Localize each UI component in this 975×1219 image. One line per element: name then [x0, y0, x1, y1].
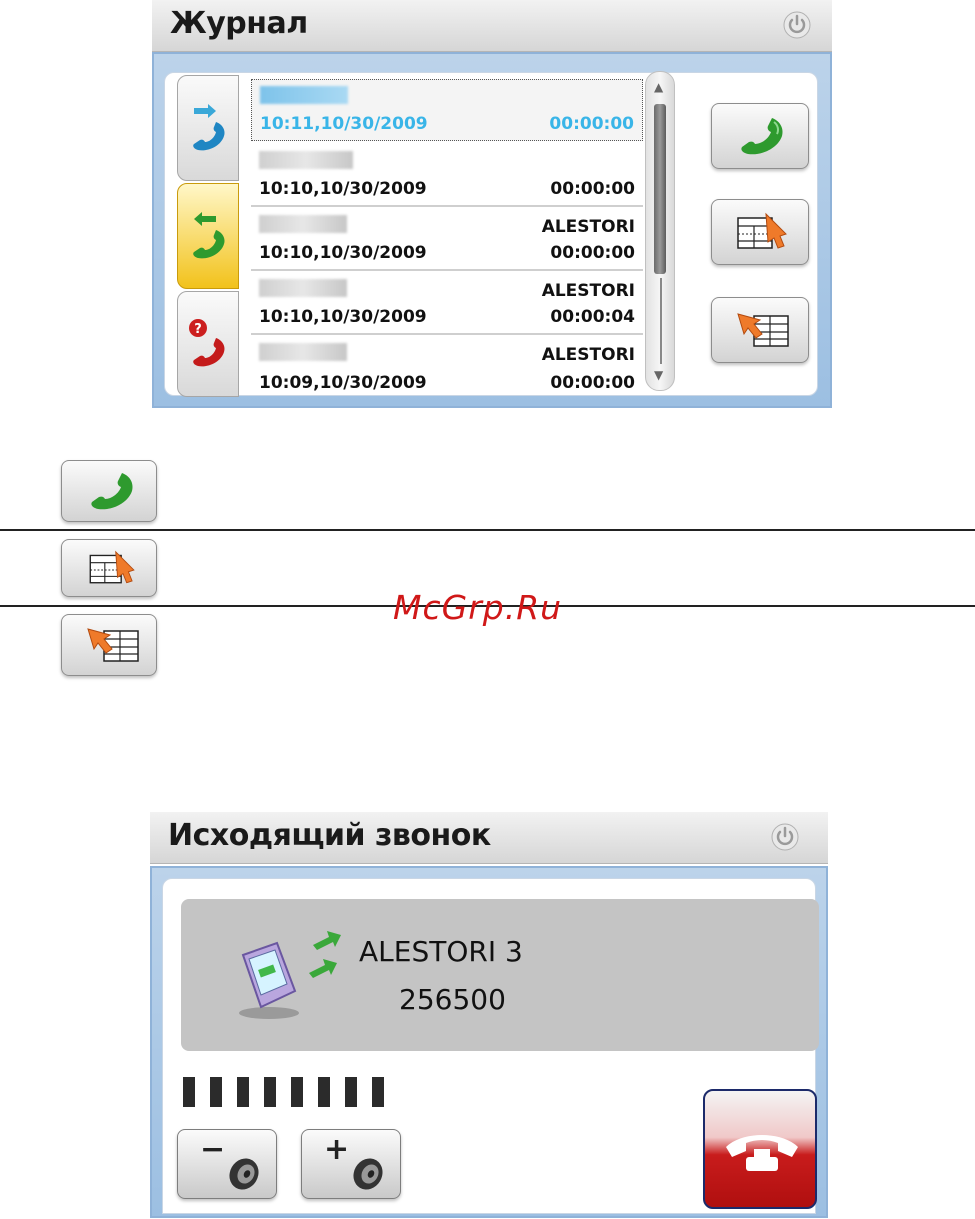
volume-bar: [318, 1077, 330, 1107]
call-duration: 00:00:00: [550, 243, 635, 263]
delete-entry-icon: [87, 628, 139, 662]
outgoing-title-bar: Исходящий звонок: [150, 812, 828, 864]
call-time: 10:10,10/30/2009: [259, 243, 427, 263]
volume-bar: [183, 1077, 195, 1107]
scroll-track: [660, 278, 662, 364]
outgoing-title: Исходящий звонок: [168, 818, 491, 853]
caller-info-panel: ALESTORI 3 256500: [181, 899, 819, 1051]
volume-bar: [372, 1077, 384, 1107]
call-duration: 00:00:00: [550, 373, 635, 393]
volume-bar: [291, 1077, 303, 1107]
legend-call-button: [61, 460, 157, 522]
delete-entry-icon: [737, 313, 789, 347]
contact-name: ALESTORI: [541, 345, 635, 365]
save-to-contacts-button[interactable]: [711, 199, 809, 265]
call-row-4[interactable]: ALESTORI 10:10,10/30/2009 00:00:04: [251, 273, 643, 335]
call-time: 10:09,10/30/2009: [259, 373, 427, 393]
power-icon[interactable]: [782, 10, 812, 40]
speaker-icon: [229, 1158, 259, 1190]
missed-calls-tab[interactable]: ?: [177, 291, 239, 397]
scroll-up-icon[interactable]: ▲: [654, 80, 663, 94]
volume-down-button[interactable]: −: [177, 1129, 277, 1199]
call-duration: 00:00:00: [549, 114, 634, 134]
outgoing-call-window: ALESTORI 3 256500 − +: [150, 866, 828, 1218]
call-list-scrollbar[interactable]: ▲ ▼: [645, 71, 675, 391]
delete-entry-button[interactable]: [711, 297, 809, 363]
save-to-contacts-icon: [737, 212, 787, 249]
incoming-call-icon: [193, 212, 225, 259]
call-button[interactable]: [711, 103, 809, 169]
blurred-number: [259, 215, 347, 233]
call-row-3[interactable]: ALESTORI 10:10,10/30/2009 00:00:00: [251, 209, 643, 271]
contact-name: ALESTORI: [541, 281, 635, 301]
caller-name: ALESTORI 3: [359, 935, 523, 968]
outgoing-panel: ALESTORI 3 256500 − +: [162, 878, 819, 1214]
speaker-icon: [353, 1158, 383, 1190]
blurred-number: [260, 86, 348, 104]
outgoing-calls-tab[interactable]: [177, 75, 239, 181]
phone-device-icon: [239, 941, 299, 1019]
call-row-2[interactable]: 10:10,10/30/2009 00:00:00: [251, 145, 643, 207]
call-time: 10:10,10/30/2009: [259, 179, 427, 199]
hang-up-icon: [726, 1135, 798, 1171]
call-time: 10:11,10/30/2009: [260, 114, 428, 134]
journal-title: Журнал: [170, 6, 308, 41]
incoming-calls-tab[interactable]: [177, 183, 239, 289]
call-duration: 00:00:04: [550, 307, 635, 327]
save-to-contacts-icon: [89, 550, 135, 584]
outgoing-call-icon: [193, 104, 225, 151]
volume-bar: [345, 1077, 357, 1107]
legend-delete-button: [61, 614, 157, 676]
volume-bar: [210, 1077, 222, 1107]
caller-number: 256500: [399, 983, 506, 1016]
call-row-1[interactable]: 10:11,10/30/2009 00:00:00: [251, 79, 643, 141]
legend-save-button: [61, 539, 157, 597]
call-row-5[interactable]: ALESTORI 10:09,10/30/2009 00:00:00: [251, 337, 643, 399]
hang-up-button[interactable]: [703, 1089, 817, 1209]
scroll-down-icon[interactable]: ▼: [654, 368, 663, 382]
call-icon: [741, 118, 783, 155]
svg-text:?: ?: [194, 322, 202, 337]
call-time: 10:10,10/30/2009: [259, 307, 427, 327]
missed-call-icon: ?: [189, 319, 225, 367]
volume-bar: [237, 1077, 249, 1107]
call-icon: [91, 473, 133, 510]
journal-window: ? 10:11,10/30/2009 00:00:00 10:10,10/30/…: [152, 52, 832, 408]
scroll-thumb[interactable]: [654, 104, 666, 274]
blurred-number: [259, 343, 347, 361]
journal-title-bar: Журнал: [152, 0, 832, 52]
volume-bar: [264, 1077, 276, 1107]
call-list: 10:11,10/30/2009 00:00:00 10:10,10/30/20…: [251, 75, 643, 393]
call-duration: 00:00:00: [550, 179, 635, 199]
journal-panel: ? 10:11,10/30/2009 00:00:00 10:10,10/30/…: [164, 71, 818, 397]
contact-name: ALESTORI: [541, 217, 635, 237]
watermark: McGrp.Ru: [393, 588, 563, 627]
legend-divider-1: [0, 529, 975, 531]
volume-up-button[interactable]: +: [301, 1129, 401, 1199]
power-icon[interactable]: [770, 822, 800, 852]
blurred-number: [259, 151, 353, 169]
blurred-number: [259, 279, 347, 297]
outgoing-arrows-icon: [309, 931, 341, 978]
